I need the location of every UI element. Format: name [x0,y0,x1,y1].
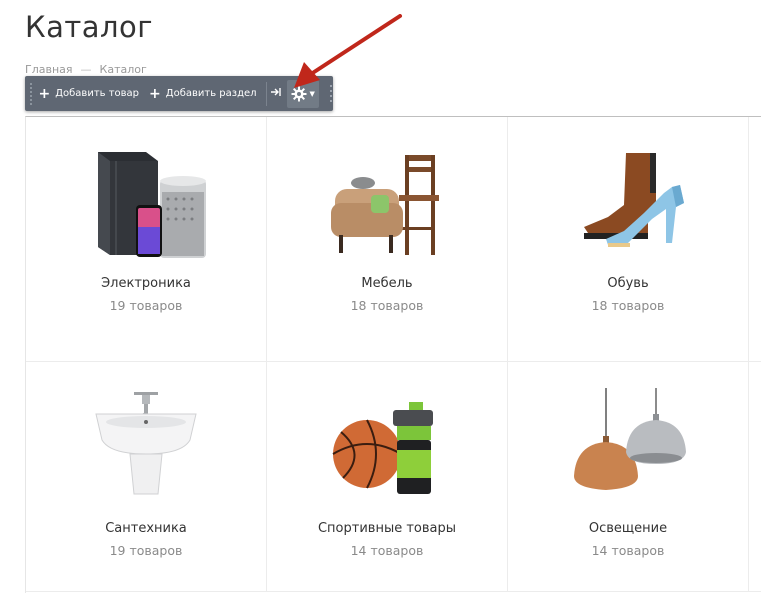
catalog-item-name[interactable]: Обувь [508,276,748,291]
breadcrumb-current: Каталог [99,63,147,76]
catalog-item-shoes[interactable]: Обувь 18 товаров [508,117,749,362]
catalog-item-name[interactable]: Спортивные товары [267,521,507,536]
furniture-image [331,155,439,255]
plus-icon: + [38,85,51,102]
catalog-item-count: 14 товаров [591,543,665,558]
catalog-item-furniture[interactable]: Мебель 18 товаров [267,117,508,362]
catalog-item-count: 14 товаров [350,543,424,558]
catalog-item-count: 19 товаров [109,298,183,313]
add-item-label: Добавить товар [55,88,140,99]
admin-toolbar: + Добавить товар + Добавить раздел ▼ [25,76,333,111]
catalog-item-name[interactable]: Освещение [508,521,748,536]
catalog-item-sports[interactable]: Спортивные товары 14 товаров [267,362,508,592]
page-title: Каталог [25,10,154,44]
add-section-button[interactable]: + Добавить раздел [144,76,262,111]
gear-icon [291,86,307,102]
catalog-grid: Электроника 19 товаров Мебель 18 товаров [25,116,761,593]
breadcrumb-separator: — [80,63,92,76]
catalog-item-electronics[interactable]: Электроника 19 товаров [26,117,267,362]
add-item-button[interactable]: + Добавить товар [33,76,144,111]
catalog-item-name[interactable]: Электроника [26,276,266,291]
shoes-image [584,153,684,247]
catalog-item-name[interactable]: Сантехника [26,521,266,536]
electronics-image [98,152,206,258]
add-section-label: Добавить раздел [165,88,257,99]
catalog-item-count: 19 товаров [109,543,183,558]
catalog-item-plumbing[interactable]: Сантехника 19 товаров [26,362,267,592]
drag-handle-right[interactable] [329,84,333,103]
catalog-grid-overflow [749,117,761,362]
settings-button[interactable]: ▼ [286,79,319,108]
catalog-item-count: 18 товаров [591,298,665,313]
catalog-item-lighting[interactable]: Освещение 14 товаров [508,362,749,592]
chevron-down-icon: ▼ [309,89,315,98]
catalog-grid-overflow [749,362,761,592]
plumbing-image [95,392,197,495]
plus-icon: + [149,85,161,102]
toolbar-divider [265,81,267,106]
breadcrumb-home[interactable]: Главная [25,63,73,76]
lighting-image [574,388,686,490]
catalog-item-name[interactable]: Мебель [267,276,507,291]
pin-icon[interactable] [270,87,282,100]
breadcrumb: Главная — Каталог [25,63,147,76]
sports-image [332,402,433,494]
catalog-item-count: 18 товаров [350,298,424,313]
